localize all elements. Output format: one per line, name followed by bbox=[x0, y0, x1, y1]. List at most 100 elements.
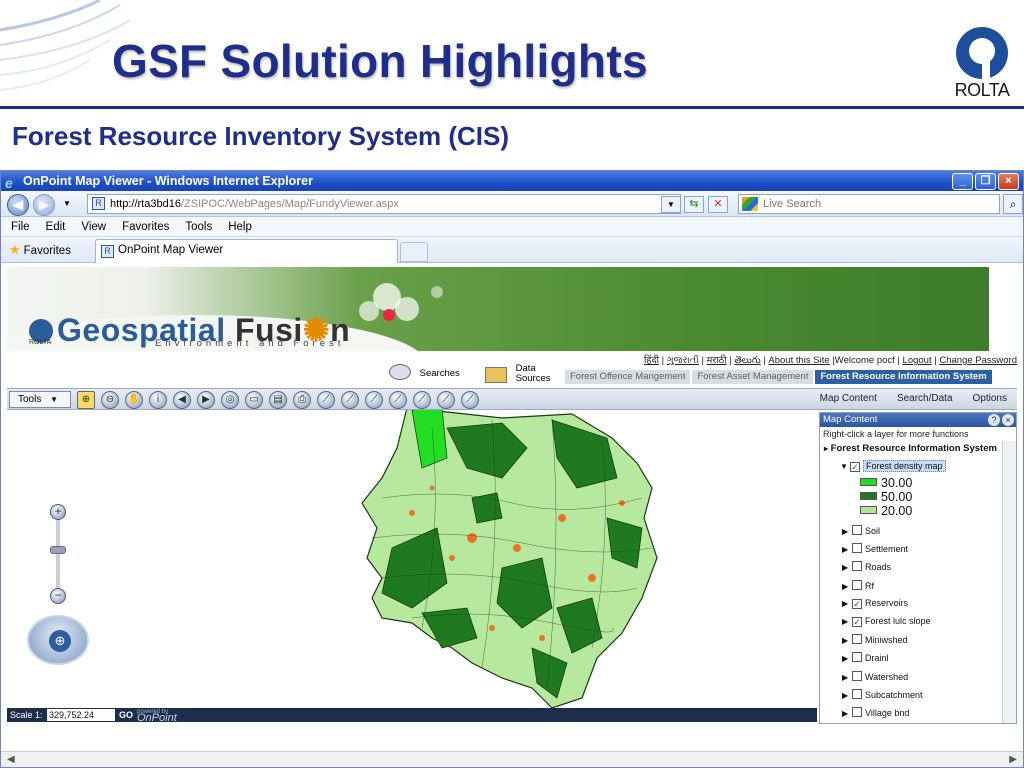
layer-item[interactable]: ▶ Watershed bbox=[842, 670, 908, 682]
select-line-tool-icon[interactable]: ⟋ bbox=[341, 391, 359, 409]
layer-item[interactable]: ▶ Soil bbox=[842, 525, 880, 536]
tab-search-data[interactable]: Search/Data bbox=[891, 392, 959, 405]
full-extent-icon[interactable]: ◎ bbox=[221, 391, 239, 409]
expand-icon[interactable]: ▶ bbox=[842, 709, 852, 718]
expand-icon[interactable]: ▶ bbox=[842, 617, 852, 626]
minimize-button[interactable]: _ bbox=[952, 173, 973, 190]
about-link[interactable]: About this Site bbox=[768, 355, 829, 366]
logout-link[interactable]: Logout bbox=[903, 355, 932, 366]
restore-button[interactable]: ❐ bbox=[975, 173, 996, 190]
layer-checkbox[interactable]: ✓ bbox=[852, 617, 862, 627]
layer-item[interactable]: ▶ ✓ Forest lulc slope bbox=[842, 616, 931, 627]
clear-tool-icon[interactable]: ▤ bbox=[269, 391, 287, 409]
search-icon[interactable]: ⌕ bbox=[1003, 194, 1023, 214]
layer-item[interactable]: ▶ Subcatchment bbox=[842, 688, 923, 700]
refresh-icon[interactable]: ⇆ bbox=[684, 196, 704, 213]
layer-checkbox[interactable] bbox=[852, 525, 862, 535]
pan-tool-icon[interactable]: ✋ bbox=[125, 391, 143, 409]
searches-button[interactable]: Searches bbox=[389, 364, 460, 380]
expand-icon[interactable]: ▶ bbox=[842, 673, 852, 682]
help-icon[interactable]: ? bbox=[988, 414, 1000, 426]
zoom-slider-thumb[interactable] bbox=[50, 546, 66, 554]
markup-tool-icon[interactable]: ⟋ bbox=[437, 391, 455, 409]
zoom-out-tool-icon[interactable]: ⊖ bbox=[101, 391, 119, 409]
tab-forest-asset[interactable]: Forest Asset Management bbox=[692, 370, 814, 384]
search-input[interactable]: Live Search bbox=[738, 194, 1000, 214]
layer-item[interactable]: ▶ Roads bbox=[842, 561, 891, 572]
lang-telugu-link[interactable]: తెలుగు bbox=[734, 355, 760, 366]
menu-edit[interactable]: Edit bbox=[46, 217, 66, 236]
tab-forest-offence[interactable]: Forest Offence Mangement bbox=[565, 370, 691, 384]
zoom-in-tool-icon[interactable]: ⊕ bbox=[77, 391, 95, 409]
tools-dropdown[interactable]: Tools ▼ bbox=[9, 391, 71, 408]
layer-item[interactable]: ▶ Drainl bbox=[842, 652, 889, 663]
tab-forest-resource[interactable]: Forest Resource Information System bbox=[815, 370, 992, 384]
menu-tools[interactable]: Tools bbox=[185, 217, 212, 236]
print-tool-icon[interactable]: ⎙ bbox=[293, 391, 311, 409]
scroll-right-icon[interactable]: ▶ bbox=[1009, 754, 1017, 765]
menu-file[interactable]: File bbox=[11, 217, 30, 236]
tab-options[interactable]: Options bbox=[967, 392, 1013, 405]
layer-forest-density[interactable]: ▼ ✓ Forest density map bbox=[840, 460, 946, 472]
layer-checkbox[interactable]: ✓ bbox=[850, 462, 860, 472]
scroll-left-icon[interactable]: ◀ bbox=[7, 754, 15, 765]
close-button[interactable]: × bbox=[998, 173, 1019, 190]
select-tool-icon[interactable]: ⟋ bbox=[317, 391, 335, 409]
menu-favorites[interactable]: Favorites bbox=[122, 217, 169, 236]
identify-tool-icon[interactable]: i bbox=[149, 391, 167, 409]
expand-icon[interactable]: ▶ bbox=[842, 636, 852, 645]
address-input[interactable]: R http://rta3bd16/ZSIPOC/WebPages/Map/Fu… bbox=[87, 194, 681, 214]
layer-checkbox[interactable] bbox=[852, 634, 862, 645]
history-dropdown-icon[interactable]: ▼ bbox=[63, 199, 71, 208]
layer-item[interactable]: ▶ ✓ Reservoirs bbox=[842, 598, 908, 609]
expand-icon[interactable]: ▶ bbox=[842, 582, 852, 591]
globe-icon[interactable]: ⊕ bbox=[49, 630, 71, 652]
change-password-link[interactable]: Change Password bbox=[939, 355, 1017, 366]
tree-root[interactable]: ▸ Forest Resource Information System bbox=[820, 441, 1016, 456]
layer-checkbox[interactable] bbox=[852, 688, 862, 699]
next-extent-icon[interactable]: ▶ bbox=[197, 391, 215, 409]
expand-icon[interactable]: ▶ bbox=[842, 527, 852, 536]
layer-checkbox[interactable] bbox=[852, 579, 862, 590]
go-button[interactable]: GO bbox=[119, 708, 133, 722]
measure-tool-icon[interactable]: ▭ bbox=[245, 391, 263, 409]
lang-marathi-link[interactable]: मराठी bbox=[707, 355, 727, 366]
close-panel-icon[interactable]: × bbox=[1002, 414, 1014, 426]
layer-item[interactable]: ▶ Settlement bbox=[842, 543, 908, 554]
annotation-tool-icon[interactable]: ⟋ bbox=[461, 391, 479, 409]
scale-input[interactable]: 329,752.24 bbox=[47, 709, 115, 721]
layer-checkbox[interactable] bbox=[852, 652, 862, 663]
pan-control[interactable]: ⊕ bbox=[27, 615, 89, 665]
browser-tab[interactable]: R OnPoint Map Viewer bbox=[95, 239, 398, 263]
stop-icon[interactable]: ✕ bbox=[708, 196, 728, 213]
zoom-slider-track[interactable] bbox=[56, 512, 60, 598]
layer-checkbox[interactable] bbox=[852, 707, 862, 717]
layer-item[interactable]: ▶ Miniwshed bbox=[842, 634, 908, 645]
lang-hindi-link[interactable]: हिंदी bbox=[644, 355, 659, 366]
expand-icon[interactable]: ▶ bbox=[842, 599, 852, 608]
expand-icon[interactable]: ▶ bbox=[842, 691, 852, 700]
panel-scrollbar[interactable] bbox=[1002, 441, 1016, 723]
previous-extent-icon[interactable]: ◀ bbox=[173, 391, 191, 409]
map-view[interactable]: + − ⊕ bbox=[7, 410, 817, 708]
lang-gujarati-link[interactable]: ગુજરાતી bbox=[667, 355, 699, 366]
data-sources-button[interactable]: Data Sources bbox=[485, 364, 551, 384]
menu-help[interactable]: Help bbox=[228, 217, 252, 236]
menu-view[interactable]: View bbox=[81, 217, 106, 236]
new-tab-button[interactable] bbox=[400, 242, 428, 262]
zoom-in-icon[interactable]: + bbox=[50, 504, 66, 520]
layer-checkbox[interactable] bbox=[852, 561, 862, 572]
tab-map-content[interactable]: Map Content bbox=[814, 392, 883, 405]
buffer-tool-icon[interactable]: ⟋ bbox=[413, 391, 431, 409]
favorites-button[interactable]: ★ Favorites bbox=[9, 242, 71, 258]
layer-checkbox[interactable] bbox=[852, 543, 862, 554]
select-polygon-tool-icon[interactable]: ⟋ bbox=[365, 391, 383, 409]
layer-checkbox[interactable]: ✓ bbox=[852, 598, 862, 609]
back-button[interactable]: ◀ bbox=[7, 194, 29, 216]
select-circle-tool-icon[interactable]: ⟋ bbox=[389, 391, 407, 409]
horizontal-scrollbar[interactable]: ◀ ▶ bbox=[1, 751, 1023, 767]
zoom-out-icon[interactable]: − bbox=[50, 588, 66, 604]
forward-button[interactable]: ▶ bbox=[33, 194, 55, 216]
layer-item[interactable]: ▶ Rf bbox=[842, 579, 874, 591]
layer-checkbox[interactable] bbox=[852, 670, 862, 681]
